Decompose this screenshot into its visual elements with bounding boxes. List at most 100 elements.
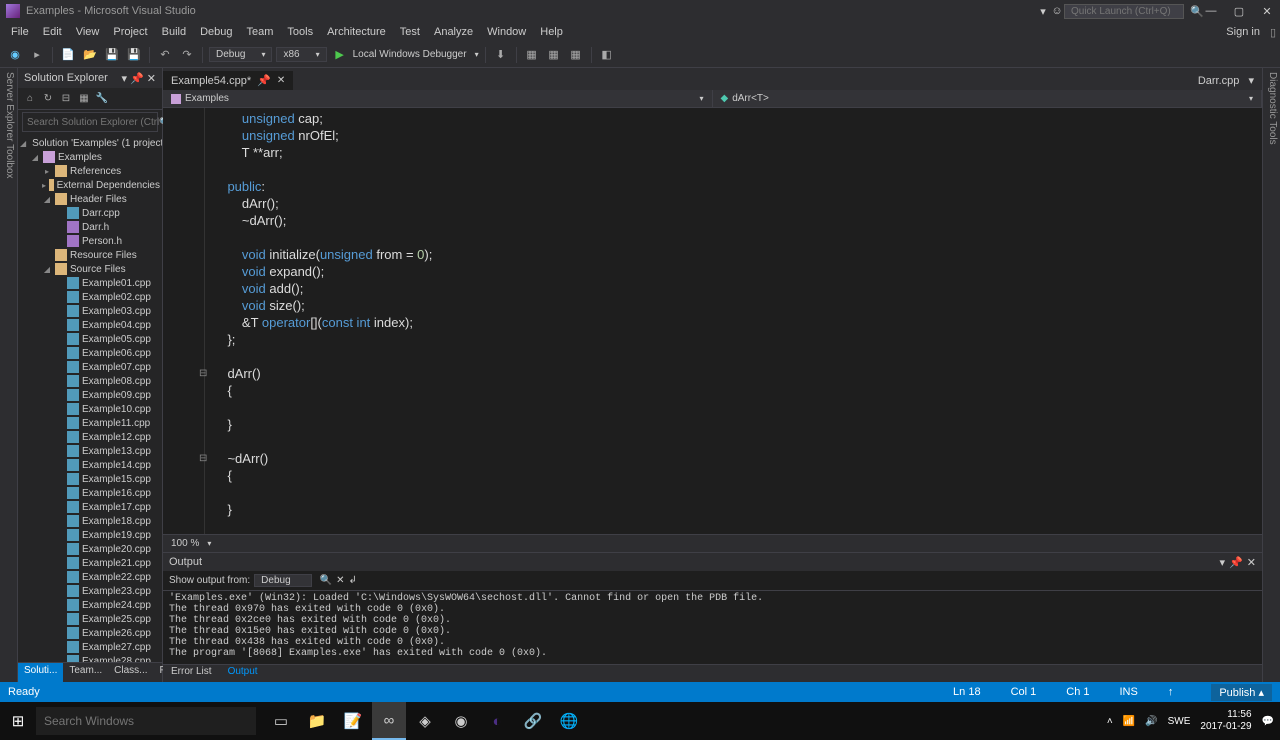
tab-pin-icon[interactable]: 📌 [257,74,271,87]
tool4-icon[interactable]: ◧ [598,46,616,64]
step-icon[interactable]: ⬇ [492,46,510,64]
app2-icon[interactable]: 🔗 [516,702,550,740]
dropdown-icon[interactable]: ▾ [122,72,128,85]
tree-node[interactable]: Person.h [18,234,162,248]
nav-scope[interactable]: Examples [163,90,713,107]
tree-node[interactable]: Example12.cpp [18,430,162,444]
tree-node[interactable]: Example04.cpp [18,318,162,332]
tree-node[interactable]: Example08.cpp [18,374,162,388]
task-view-icon[interactable]: ▭ [264,702,298,740]
tree-node[interactable]: Example17.cpp [18,500,162,514]
left-rail[interactable]: Server Explorer Toolbox [0,68,18,682]
collapse-icon[interactable]: ⊟ [58,91,74,107]
nav-member[interactable]: ◆dArr<T> [713,90,1263,107]
unity-icon[interactable]: ◈ [408,702,442,740]
zoom-level[interactable]: 100 % [171,538,199,549]
tree-node[interactable]: Example20.cpp [18,542,162,556]
right-rail[interactable]: Diagnostic Tools [1262,68,1280,682]
tree-node[interactable]: Example16.cpp [18,486,162,500]
maximize-button[interactable]: ▢ [1232,4,1246,18]
runner-label[interactable]: Local Windows Debugger [353,49,467,60]
menu-file[interactable]: File [4,24,36,40]
solution-tree[interactable]: ◢Solution 'Examples' (1 project)◢Example… [18,134,162,662]
output-body[interactable]: 'Examples.exe' (Win32): Loaded 'C:\Windo… [163,591,1262,664]
run-button[interactable]: ▶ [331,46,349,64]
output-tab[interactable]: Error List [163,665,220,682]
tree-node[interactable]: Example07.cpp [18,360,162,374]
redo-icon[interactable]: ↷ [178,46,196,64]
back-icon[interactable]: ◉ [6,46,24,64]
quick-launch-input[interactable] [1064,4,1184,19]
panel-tab[interactable]: Team... [63,663,108,682]
tree-node[interactable]: ▸References [18,164,162,178]
tree-node[interactable]: ▸External Dependencies [18,178,162,192]
tree-node[interactable]: Example28.cpp [18,654,162,662]
tree-node[interactable]: ◢Source Files [18,262,162,276]
notepad-icon[interactable]: 📝 [336,702,370,740]
tree-node[interactable]: Example03.cpp [18,304,162,318]
menu-test[interactable]: Test [393,24,427,40]
platform-select[interactable]: x86 [276,47,326,62]
right-tab[interactable]: Darr.cpp ▾ [1190,71,1262,90]
tree-node[interactable]: Example13.cpp [18,444,162,458]
menu-build[interactable]: Build [155,24,193,40]
tree-node[interactable]: Example02.cpp [18,290,162,304]
tree-node[interactable]: ◢Examples [18,150,162,164]
forward-icon[interactable]: ▸ [28,46,46,64]
tree-node[interactable]: Example25.cpp [18,612,162,626]
output-tab[interactable]: Output [220,665,266,682]
menu-window[interactable]: Window [480,24,533,40]
out-pin-icon[interactable]: 📌 [1229,556,1243,569]
tree-node[interactable]: Example05.cpp [18,332,162,346]
chrome-icon[interactable]: 🌐 [552,702,586,740]
tool1-icon[interactable]: ▦ [523,46,541,64]
menu-help[interactable]: Help [533,24,570,40]
tree-node[interactable]: ◢Solution 'Examples' (1 project) [18,136,162,150]
tree-node[interactable]: Example10.cpp [18,402,162,416]
undo-icon[interactable]: ↶ [156,46,174,64]
search-icon[interactable]: 🔍 [1190,4,1204,18]
solexp-search[interactable]: 🔍 [22,112,158,132]
close-button[interactable]: ✕ [1260,4,1274,18]
start-button[interactable]: ⊞ [0,702,36,740]
tree-node[interactable]: Example27.cpp [18,640,162,654]
out-drop-icon[interactable]: ▾ [1220,556,1226,569]
tree-node[interactable]: Example01.cpp [18,276,162,290]
explorer-icon[interactable]: 📁 [300,702,334,740]
windows-search-input[interactable] [36,707,256,735]
network-icon[interactable]: 📶 [1123,716,1135,727]
out-find-icon[interactable]: 🔍 [320,575,332,586]
tree-node[interactable]: Example23.cpp [18,584,162,598]
tree-node[interactable]: Example11.cpp [18,416,162,430]
tool2-icon[interactable]: ▦ [545,46,563,64]
volume-icon[interactable]: 🔊 [1145,716,1157,727]
tree-node[interactable]: Example19.cpp [18,528,162,542]
menu-view[interactable]: View [69,24,107,40]
language-indicator[interactable]: SWE [1168,716,1191,727]
menu-project[interactable]: Project [106,24,154,40]
tree-node[interactable]: Example26.cpp [18,626,162,640]
sign-in-link[interactable]: Sign in [1226,26,1260,38]
tree-node[interactable]: Example14.cpp [18,458,162,472]
tree-node[interactable]: Example24.cpp [18,598,162,612]
save-icon[interactable]: 💾 [103,46,121,64]
tree-node[interactable]: Example18.cpp [18,514,162,528]
show-all-icon[interactable]: ▦ [76,91,92,107]
solexp-search-input[interactable] [27,117,159,128]
output-source-select[interactable]: Debug [254,574,311,587]
minimize-button[interactable]: — [1204,4,1218,18]
new-icon[interactable]: 📄 [59,46,77,64]
tool3-icon[interactable]: ▦ [567,46,585,64]
tree-node[interactable]: Resource Files [18,248,162,262]
active-tab[interactable]: Example54.cpp* 📌 ✕ [163,71,293,90]
publish-button[interactable]: Publish ▴ [1211,684,1272,701]
out-clear-icon[interactable]: ✕ [336,575,344,586]
tree-node[interactable]: Example09.cpp [18,388,162,402]
menu-analyze[interactable]: Analyze [427,24,480,40]
code-area[interactable]: unsigned cap; unsigned nrOfEl; T **arr; … [163,108,1262,534]
menu-architecture[interactable]: Architecture [320,24,393,40]
tray-up-icon[interactable]: ˄ [1107,716,1113,727]
out-close-icon[interactable]: ✕ [1247,556,1256,569]
open-icon[interactable]: 📂 [81,46,99,64]
menu-team[interactable]: Team [240,24,281,40]
